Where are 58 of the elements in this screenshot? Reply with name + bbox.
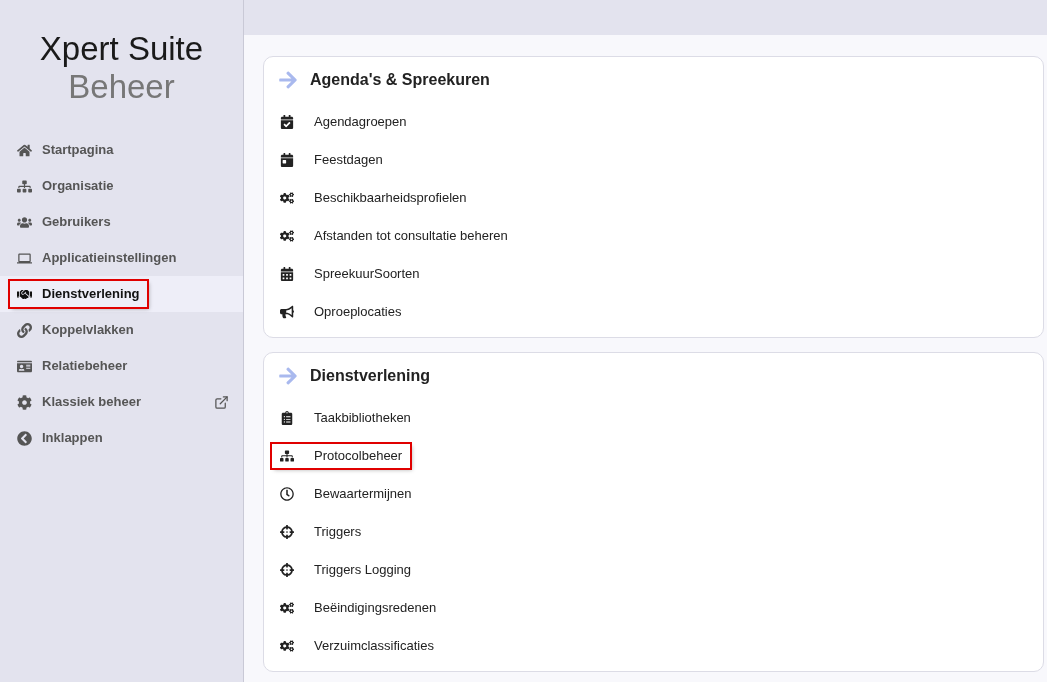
id-card-icon — [17, 358, 32, 374]
calendar-icon — [280, 153, 294, 167]
menu-link[interactable]: Protocolbeheer — [272, 444, 411, 468]
clock-icon — [280, 487, 294, 501]
sidebar-label: Relatiebeheer — [42, 357, 128, 376]
menu-link[interactable]: Oproeplocaties — [272, 300, 410, 324]
sidebar-label: Klassiek beheer — [42, 393, 141, 412]
menu-link[interactable]: Taakbibliotheken — [272, 406, 419, 430]
menu-link[interactable]: Triggers — [272, 520, 370, 544]
arrow-icon — [278, 70, 298, 90]
sitemap-icon — [17, 178, 32, 194]
arrow-icon — [278, 366, 298, 386]
section-title: Agenda's & Spreekuren — [310, 70, 490, 90]
sitemap-icon — [280, 449, 294, 463]
gears-icon — [280, 229, 294, 243]
gears-icon — [280, 639, 294, 653]
sidebar-item[interactable]: Inklappen — [0, 420, 243, 456]
sidebar-item[interactable]: Koppelvlakken — [0, 312, 243, 348]
sidebar-label: Applicatieinstellingen — [42, 249, 177, 268]
calendar-icon — [280, 267, 294, 281]
section-title: Dienstverlening — [310, 366, 431, 386]
sidebar-item[interactable]: Applicatieinstellingen — [0, 240, 243, 276]
sidebar-item[interactable]: Organisatie — [0, 168, 243, 204]
menu-link[interactable]: SpreekuurSoorten — [272, 262, 428, 286]
sidebar-label: Dienstverlening — [42, 285, 140, 304]
logo-title: Xpert Suite — [39, 30, 204, 68]
sidebar-item[interactable]: Startpagina — [0, 132, 243, 168]
chevron-left-icon — [17, 430, 32, 446]
menu-link[interactable]: Bewaartermijnen — [272, 482, 420, 506]
sidebar-item[interactable]: Klassiek beheer — [0, 384, 243, 420]
gears-icon — [280, 601, 294, 615]
sidebar-label: Gebruikers — [42, 213, 111, 232]
crosshair-icon — [280, 563, 294, 577]
megaphone-icon — [280, 305, 294, 319]
sidebar-item[interactable]: Gebruikers — [0, 204, 243, 240]
clipboard-icon — [280, 411, 294, 425]
menu-link[interactable]: Verzuimclassificaties — [272, 634, 442, 658]
sidebar-label: Startpagina — [42, 141, 114, 160]
menu-link[interactable]: Beschikbaarheidsprofielen — [272, 186, 475, 210]
sidebar-label: Inklappen — [42, 429, 103, 448]
menu-link[interactable]: Feestdagen — [272, 148, 391, 172]
logo-subtitle: Beheer — [68, 68, 175, 106]
external-link-icon[interactable] — [214, 394, 229, 410]
crosshair-icon — [280, 525, 294, 539]
home-icon — [17, 142, 32, 158]
gears-icon — [280, 191, 294, 205]
calendar-icon — [280, 115, 294, 129]
sidebar-item[interactable]: Relatiebeheer — [0, 348, 243, 384]
menu-link[interactable]: Agendagroepen — [272, 110, 415, 134]
menu-link[interactable]: Triggers Logging — [272, 558, 420, 582]
menu-link[interactable]: Afstanden tot consultatie beheren — [272, 224, 516, 248]
menu-link[interactable]: Beëindigingsredenen — [272, 596, 445, 620]
sidebar-label: Organisatie — [42, 177, 114, 196]
users-icon — [17, 214, 32, 230]
sidebar-label: Koppelvlakken — [42, 321, 134, 340]
settings-icon — [17, 394, 32, 410]
sidebar-item[interactable]: Dienstverlening — [0, 276, 243, 312]
link-icon — [17, 322, 32, 338]
